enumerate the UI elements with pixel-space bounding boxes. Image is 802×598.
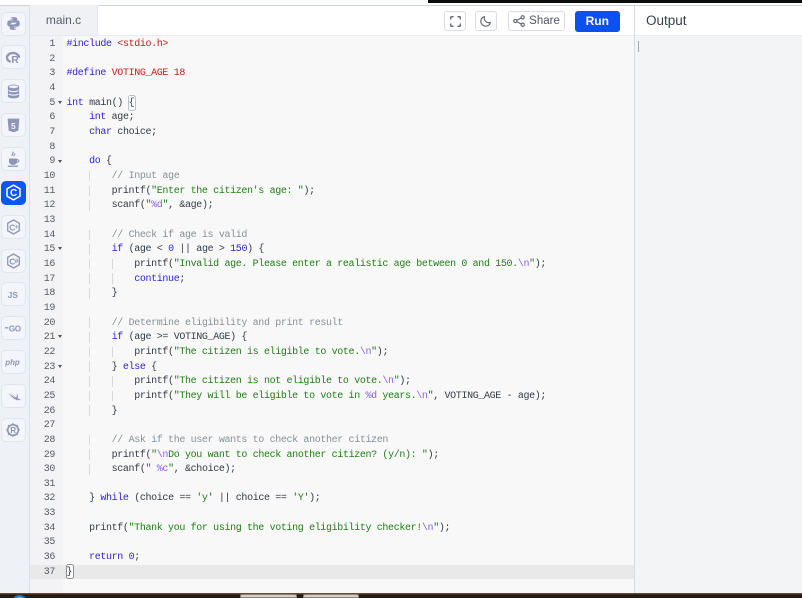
svg-text:#: # bbox=[14, 258, 18, 265]
svg-text:JS: JS bbox=[8, 290, 19, 300]
svg-text:php: php bbox=[4, 358, 20, 367]
svg-text:R: R bbox=[10, 426, 16, 435]
svg-text:R: R bbox=[12, 55, 20, 65]
svg-text:GO: GO bbox=[9, 324, 22, 333]
svg-text:C: C bbox=[10, 188, 17, 199]
svg-text:+: + bbox=[15, 223, 19, 230]
svg-text:5: 5 bbox=[11, 120, 16, 130]
